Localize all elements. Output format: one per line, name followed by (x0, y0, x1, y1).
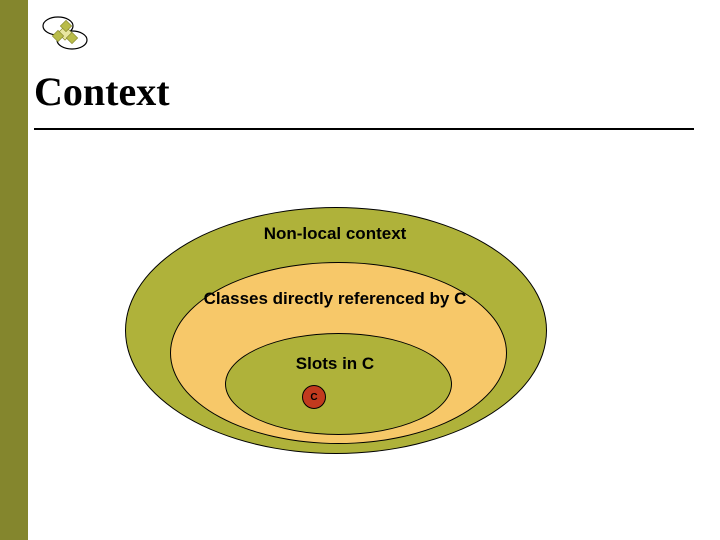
label-slots-in-c: Slots in C (185, 354, 485, 374)
label-classes-referenced: Classes directly referenced by C (185, 289, 485, 309)
ellipse-core-c: C (302, 385, 326, 409)
label-non-local-context: Non-local context (185, 224, 485, 244)
core-label: C (310, 392, 317, 403)
ellipse-slots-in-c (225, 333, 452, 435)
context-diagram: C Non-local context Classes directly ref… (0, 0, 720, 540)
slide: Context C Non-local context Classes dire… (0, 0, 720, 540)
